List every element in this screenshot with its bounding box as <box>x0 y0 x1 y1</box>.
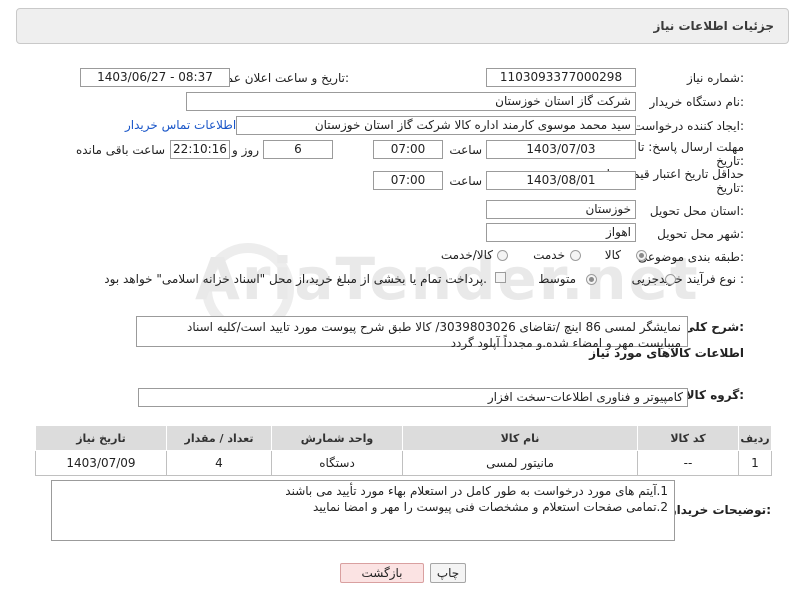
cell-code: -- <box>637 450 739 476</box>
payment-checkbox[interactable] <box>495 272 506 283</box>
process-option-minor: جزیی <box>631 272 659 286</box>
cell-date: 1403/07/09 <box>35 450 167 476</box>
goods-group-field: کامپیوتر و فناوری اطلاعات-سخت افزار <box>138 388 688 407</box>
process-radio-medium[interactable] <box>586 274 597 285</box>
buyer-notes-line-2: 2.تمامی صفحات استعلام و مشخصات فنی پیوست… <box>312 500 668 514</box>
category-label: طبقه بندی موضوعی: <box>637 250 744 264</box>
buyer-contact-link[interactable]: اطلاعات تماس خریدار <box>125 118 236 132</box>
category-radio-service[interactable] <box>570 250 581 261</box>
description-textarea: نمایشگر لمسی 86 اینچ /تقاضای 3039803026/… <box>136 316 688 350</box>
deadline-time-label: ساعت <box>449 143 482 157</box>
deadline-label-date: تاریخ: <box>716 154 744 168</box>
page-title: جزئیات اطلاعات نیاز <box>653 19 774 33</box>
deadline-date-field: 1403/07/03 <box>486 140 636 159</box>
col-qty: تعداد / مقدار <box>166 425 272 451</box>
province-label: استان محل تحویل: <box>649 204 744 218</box>
city-label: شهر محل تحویل: <box>657 227 744 241</box>
col-code: کد کالا <box>637 425 739 451</box>
col-row: ردیف <box>738 425 772 451</box>
payment-note: پرداخت تمام یا بخشی از مبلغ خرید،از محل … <box>104 272 487 286</box>
category-option-both: کالا/خدمت <box>440 248 493 262</box>
goods-table-header: ردیف کد کالا نام کالا واحد شمارش تعداد /… <box>35 425 772 451</box>
buyer-notes-textarea: 1.آیتم های مورد درخواست به طور کامل در ا… <box>51 480 675 541</box>
buyer-label: نام دستگاه خریدار: <box>649 95 745 109</box>
table-row: 1 -- مانیتور لمسی دستگاه 4 1403/07/09 <box>35 450 772 476</box>
price-validity-time-field: 07:00 <box>373 171 443 190</box>
deadline-label: مهلت ارسال پاسخ: تا <box>637 140 744 154</box>
cell-qty: 4 <box>166 450 272 476</box>
header-panel: جزئیات اطلاعات نیاز <box>16 8 789 44</box>
print-button[interactable]: چاپ <box>430 563 466 583</box>
process-radio-minor[interactable] <box>665 274 676 285</box>
remaining-days-field: 6 <box>263 140 333 159</box>
col-name: نام کالا <box>402 425 638 451</box>
announce-field: 1403/06/27 - 08:37 <box>80 68 230 87</box>
cell-unit: دستگاه <box>271 450 403 476</box>
remaining-label: ساعت باقی مانده <box>75 143 165 157</box>
cell-row: 1 <box>738 450 772 476</box>
process-option-medium: متوسط <box>538 272 576 286</box>
price-validity-date-field: 1403/08/01 <box>486 171 636 190</box>
goods-table: ردیف کد کالا نام کالا واحد شمارش تعداد /… <box>35 425 772 476</box>
deadline-time-field: 07:00 <box>373 140 443 159</box>
back-button[interactable]: بازگشت <box>340 563 424 583</box>
province-field: خوزستان <box>486 200 636 219</box>
price-validity-time-label: ساعت <box>449 174 482 188</box>
category-radio-goods[interactable] <box>636 250 647 261</box>
creator-field: سید محمد موسوی کارمند اداره کالا شرکت گا… <box>236 116 636 135</box>
category-option-service: خدمت <box>533 248 565 262</box>
city-field: اهواز <box>486 223 636 242</box>
cell-name: مانیتور لمسی <box>402 450 638 476</box>
days-and-label: روز و <box>232 143 259 157</box>
goods-section-title: اطلاعات کالاهای مورد نیاز <box>589 346 744 360</box>
creator-label: ایجاد کننده درخواست: <box>633 119 744 133</box>
category-radio-both[interactable] <box>497 250 508 261</box>
remaining-time-field: 22:10:16 <box>170 140 230 159</box>
buyer-notes-label: توضیحات خریدار: <box>669 503 771 517</box>
goods-group-label: گروه کالا: <box>685 388 744 402</box>
need-number-field: 1103093377000298 <box>486 68 636 87</box>
price-validity-label-date: تاریخ: <box>716 181 744 195</box>
buyer-notes-line-1: 1.آیتم های مورد درخواست به طور کامل در ا… <box>285 484 668 498</box>
buyer-field: شرکت گاز استان خوزستان <box>186 92 636 111</box>
category-option-goods: کالا <box>604 248 621 262</box>
col-date: تاریخ نیاز <box>35 425 167 451</box>
col-unit: واحد شمارش <box>271 425 403 451</box>
need-number-label: شماره نیاز: <box>686 71 744 85</box>
